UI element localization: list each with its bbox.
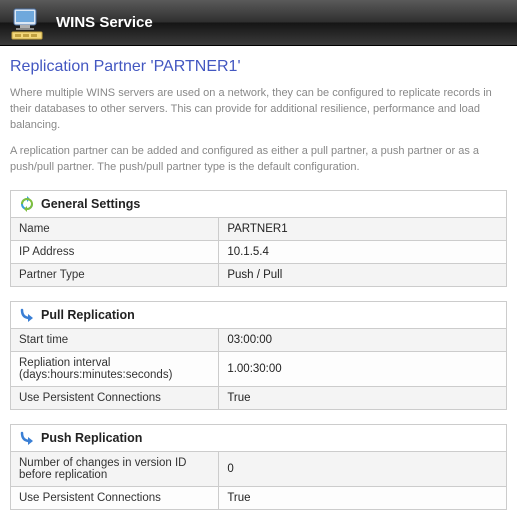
section-general-settings: General Settings Name PARTNER1 IP Addres… — [10, 190, 507, 287]
refresh-icon — [19, 196, 35, 212]
table-row: Start time 03:00:00 — [11, 329, 507, 352]
prop-value: True — [219, 386, 507, 409]
section-push-replication: Push Replication Number of changes in ve… — [10, 424, 507, 510]
section-pull-replication: Pull Replication Start time 03:00:00 Rep… — [10, 301, 507, 410]
table-row: Repliation interval (days:hours:minutes:… — [11, 351, 507, 386]
app-header: WINS Service — [0, 0, 517, 46]
arrow-down-right-icon — [19, 430, 35, 446]
table-row: Name PARTNER1 — [11, 218, 507, 241]
section-header-general: General Settings — [10, 190, 507, 218]
wins-service-icon — [8, 4, 46, 42]
intro-paragraph-1: Where multiple WINS servers are used on … — [10, 86, 507, 134]
push-replication-table: Number of changes in version ID before r… — [10, 452, 507, 510]
general-settings-table: Name PARTNER1 IP Address 10.1.5.4 Partne… — [10, 218, 507, 287]
section-title: General Settings — [41, 197, 140, 211]
prop-label: IP Address — [11, 240, 219, 263]
section-header-push: Push Replication — [10, 424, 507, 452]
prop-label: Use Persistent Connections — [11, 486, 219, 509]
prop-value: Push / Pull — [219, 263, 507, 286]
arrow-down-right-icon — [19, 307, 35, 323]
prop-value: True — [219, 486, 507, 509]
table-row: Number of changes in version ID before r… — [11, 452, 507, 487]
app-title: WINS Service — [56, 14, 153, 31]
table-row: Partner Type Push / Pull — [11, 263, 507, 286]
prop-label: Number of changes in version ID before r… — [11, 452, 219, 487]
prop-value: 03:00:00 — [219, 329, 507, 352]
prop-value: 0 — [219, 452, 507, 487]
prop-label: Use Persistent Connections — [11, 386, 219, 409]
prop-label: Start time — [11, 329, 219, 352]
prop-label: Repliation interval (days:hours:minutes:… — [11, 351, 219, 386]
prop-label: Partner Type — [11, 263, 219, 286]
prop-value: 1.00:30:00 — [219, 351, 507, 386]
section-title: Pull Replication — [41, 308, 135, 322]
page-content: Replication Partner 'PARTNER1' Where mul… — [0, 46, 517, 530]
prop-value: 10.1.5.4 — [219, 240, 507, 263]
prop-value: PARTNER1 — [219, 218, 507, 241]
section-title: Push Replication — [41, 431, 142, 445]
table-row: IP Address 10.1.5.4 — [11, 240, 507, 263]
prop-label: Name — [11, 218, 219, 241]
pull-replication-table: Start time 03:00:00 Repliation interval … — [10, 329, 507, 410]
section-header-pull: Pull Replication — [10, 301, 507, 329]
table-row: Use Persistent Connections True — [11, 486, 507, 509]
page-title: Replication Partner 'PARTNER1' — [10, 58, 507, 76]
intro-paragraph-2: A replication partner can be added and c… — [10, 144, 507, 176]
table-row: Use Persistent Connections True — [11, 386, 507, 409]
